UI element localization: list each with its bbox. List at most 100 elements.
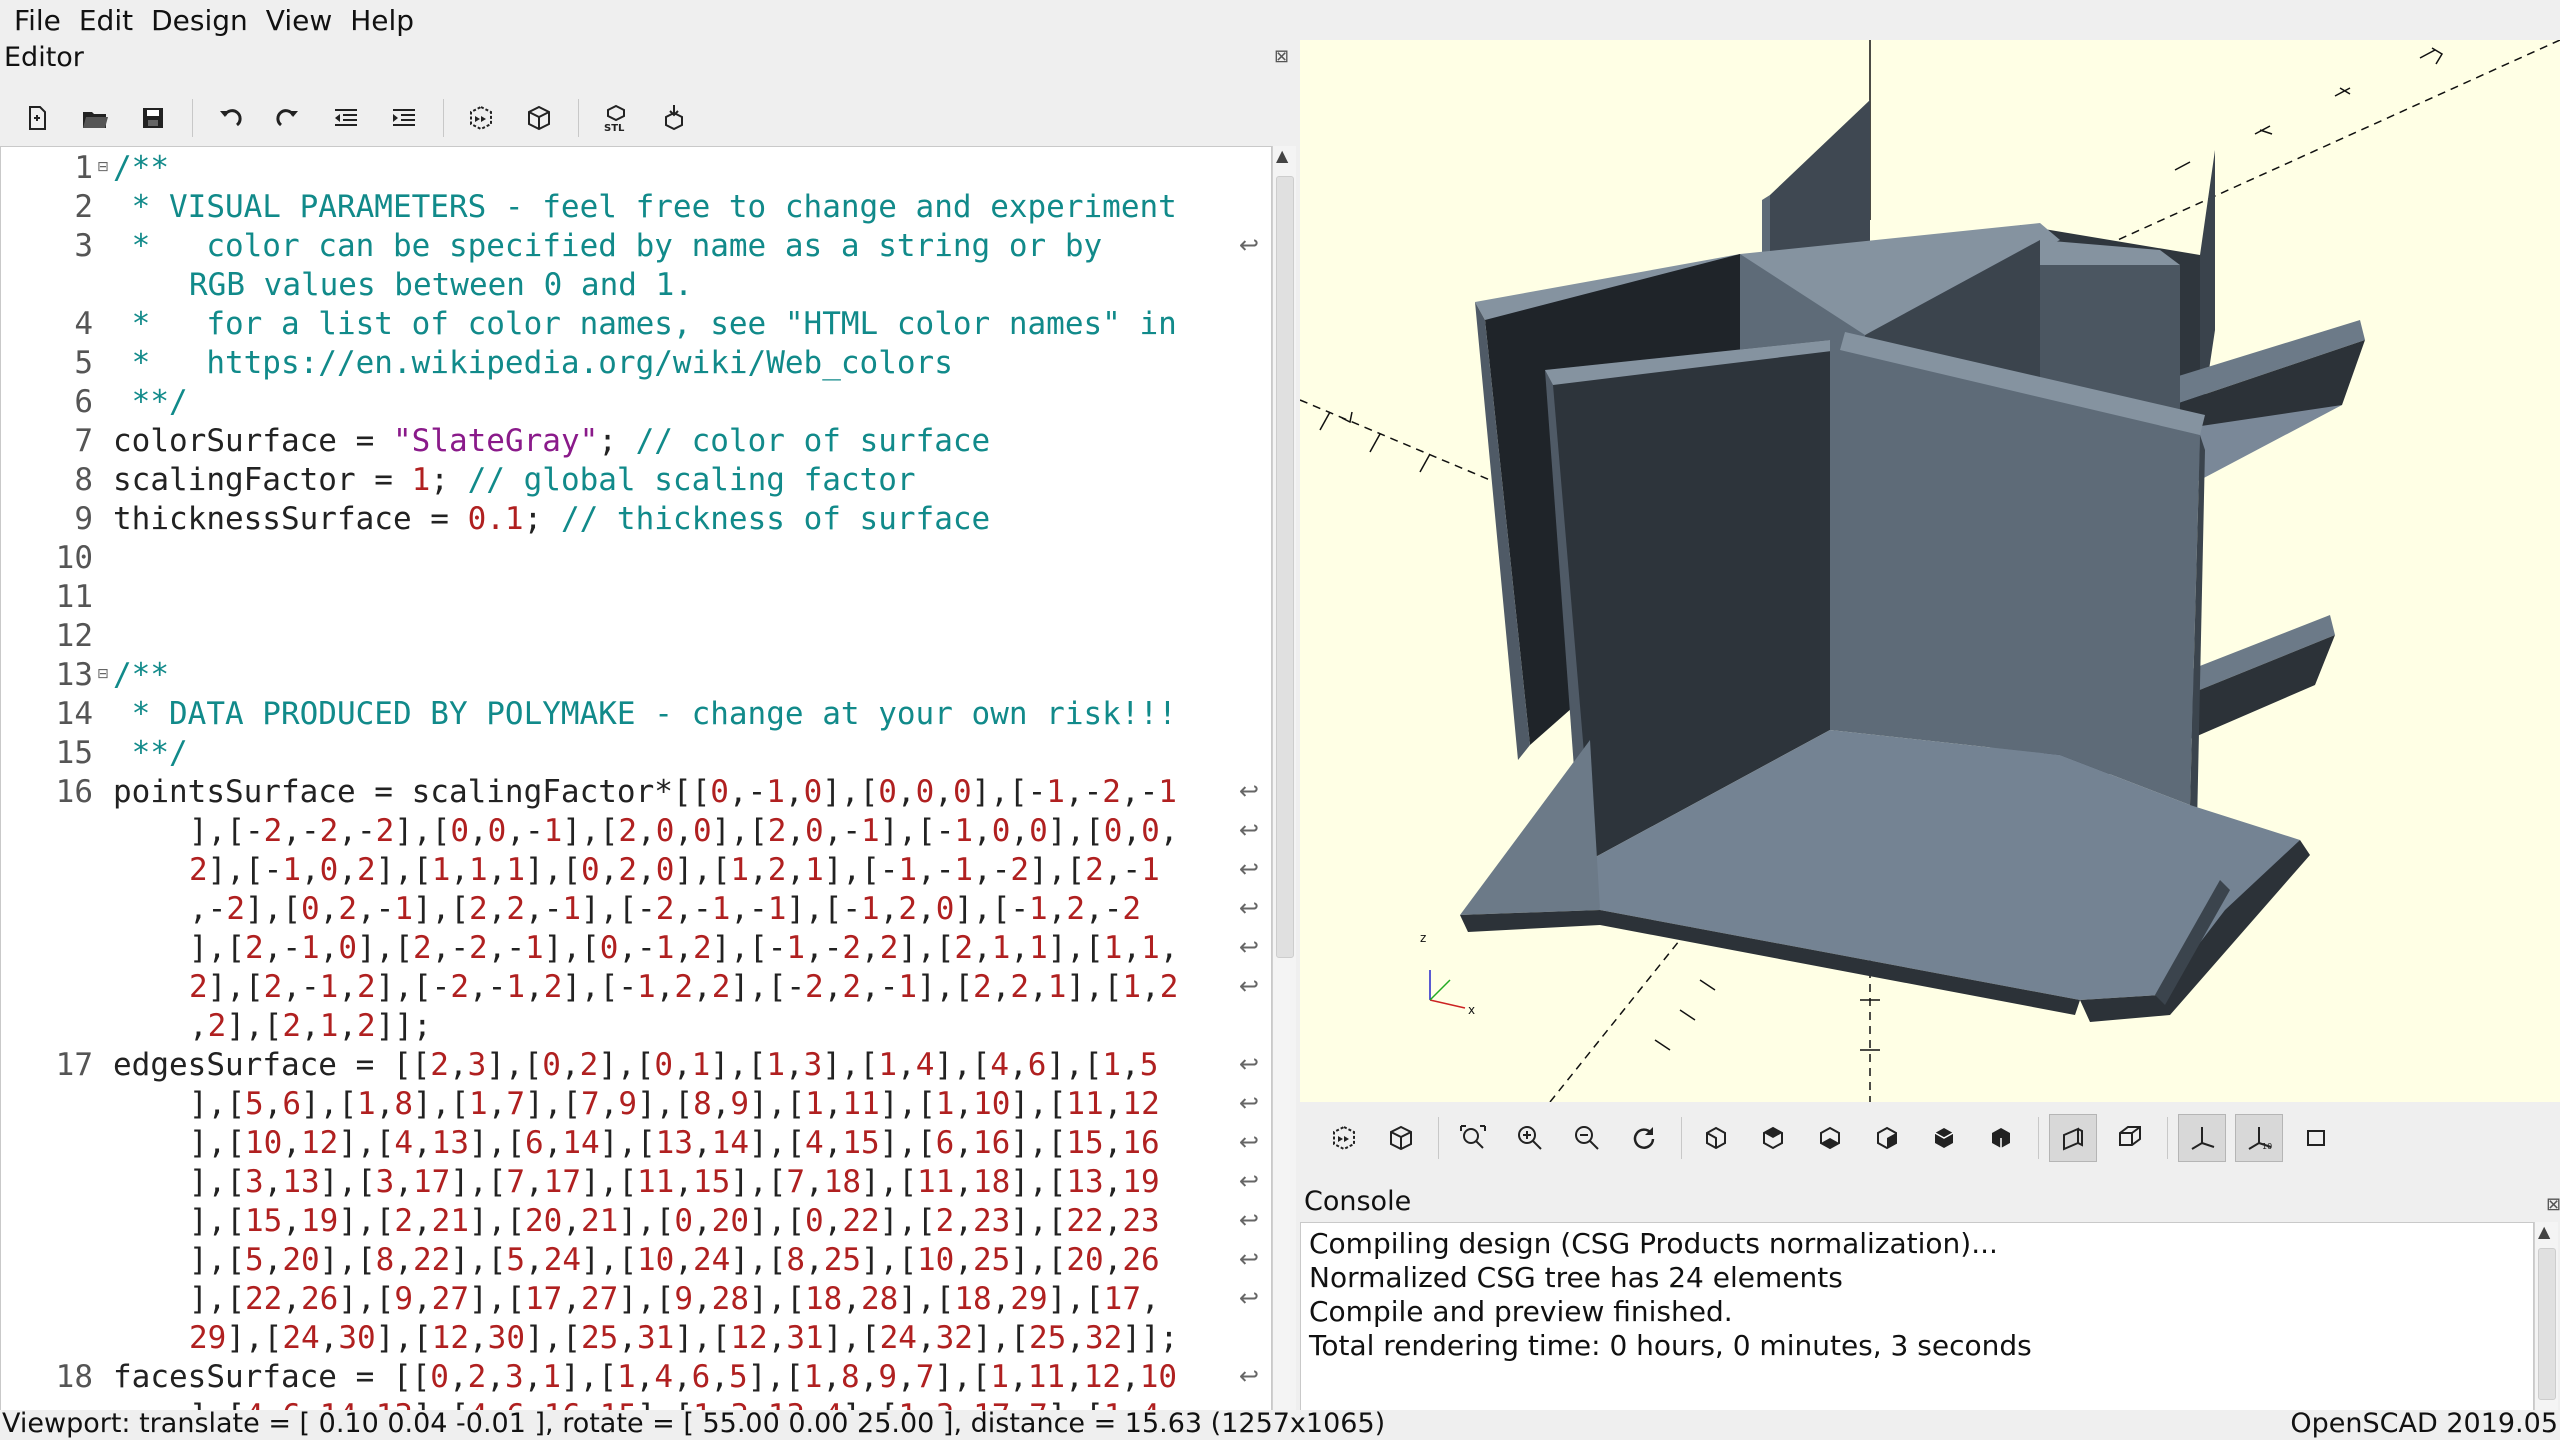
menu-file[interactable]: File [14,4,61,37]
export-stl-icon[interactable]: STL [593,95,639,141]
fold-toggle-icon[interactable]: ⊟ [97,666,109,682]
menu-design[interactable]: Design [151,4,248,37]
code-text: edgesSurface = [[2,3],[0,2],[0,1],[1,3],… [113,1047,1159,1083]
console-title: Console [1304,1186,1412,1217]
toolbar-separator [1681,1117,1682,1159]
code-text: ],[5,6],[1,8],[1,7],[7,9],[8,9],[1,11],[… [189,1086,1160,1122]
toolbar-separator [1438,1117,1439,1159]
code-text: RGB values between 0 and 1. [189,267,693,303]
code-line: 15 **/ [1,734,1271,773]
console-scrollbar[interactable]: ▲ [2534,1222,2558,1416]
undo-icon[interactable] [207,95,253,141]
preview-icon[interactable] [1320,1114,1368,1162]
redo-icon[interactable] [265,95,311,141]
show-edges-icon[interactable] [2292,1114,2340,1162]
view-top-icon[interactable] [1749,1114,1797,1162]
view-front-icon[interactable] [1920,1114,1968,1162]
preview-icon[interactable] [458,95,504,141]
menu-help[interactable]: Help [350,4,414,37]
code-text: ],[-2,-2,-2],[0,0,-1],[2,0,0],[2,0,-1],[… [189,813,1179,849]
line-number: 3 [74,228,93,264]
console-close-icon[interactable]: ⊠ [2546,1194,2560,1215]
show-axes-icon[interactable] [2178,1114,2226,1162]
line-wrap-icon: ↩ [1239,1362,1260,1390]
view-bottom-icon[interactable] [1806,1114,1854,1162]
render-icon[interactable] [1377,1114,1425,1162]
toolbar-separator [2038,1117,2039,1159]
svg-text:STL: STL [604,123,625,133]
scroll-up-arrow-icon[interactable]: ▲ [2538,1222,2550,1241]
code-line: ,-2],[0,2,-1],[2,2,-1],[-2,-1,-1],[-1,2,… [1,890,1271,929]
console-line: Normalized CSG tree has 24 elements [1309,1261,1843,1294]
view-back-icon[interactable] [1977,1114,2025,1162]
view-toolbar: 10 [1300,1104,2560,1172]
code-text: pointsSurface = scalingFactor*[[0,-1,0],… [113,774,1177,810]
code-line: ],[5,20],[8,22],[5,24],[10,24],[8,25],[1… [1,1241,1271,1280]
save-icon[interactable] [130,95,176,141]
code-line: 2],[2,-1,2],[-2,-1,2],[-1,2,2],[-2,2,-1]… [1,968,1271,1007]
code-line: 18 facesSurface = [[0,2,3,1],[1,4,6,5],[1… [1,1358,1271,1397]
toolbar-separator [2167,1117,2168,1159]
code-line: 2 * VISUAL PARAMETERS - feel free to cha… [1,188,1271,227]
code-editor[interactable]: 1 ⊟/** 2 * VISUAL PARAMETERS - feel free t… [0,146,1272,1432]
zoom-out-icon[interactable] [1563,1114,1611,1162]
code-text: 29],[24,30],[12,30],[25,31],[12,31],[24,… [189,1320,1179,1356]
indent-icon[interactable] [381,95,427,141]
line-wrap-icon: ↩ [1239,1050,1260,1078]
line-number: 8 [74,462,93,498]
code-text: **/ [113,735,188,771]
unindent-icon[interactable] [323,95,369,141]
code-text: facesSurface = [[0,2,3,1],[1,4,6,5],[1,8… [113,1359,1178,1395]
render-icon[interactable] [516,95,562,141]
code-line: ],[2,-1,0],[2,-2,-1],[0,-1,2],[-1,-2,2],… [1,929,1271,968]
new-file-icon[interactable] [14,95,60,141]
code-text: ],[15,19],[2,21],[20,21],[0,20],[0,22],[… [189,1203,1160,1239]
menu-edit[interactable]: Edit [79,4,133,37]
code-line: ],[3,13],[3,17],[7,17],[11,15],[7,18],[1… [1,1163,1271,1202]
code-line: ],[22,26],[9,27],[17,27],[9,28],[18,28],… [1,1280,1271,1319]
menu-view[interactable]: View [266,4,332,37]
view-right-icon[interactable] [1692,1114,1740,1162]
editor-scrollbar-thumb[interactable] [1276,176,1294,958]
3d-viewport[interactable]: z x [1300,40,2560,1102]
zoom-in-icon[interactable] [1506,1114,1554,1162]
code-text: **/ [113,384,188,420]
axis-label-x: x [1468,1003,1475,1017]
line-number: 10 [55,540,93,576]
code-line: ],[-2,-2,-2],[0,0,-1],[2,0,0],[2,0,-1],[… [1,812,1271,851]
code-line: 5 * https://en.wikipedia.org/wiki/Web_co… [1,344,1271,383]
send-to-3d-print-icon[interactable] [651,95,697,141]
perspective-icon[interactable] [2049,1114,2097,1162]
line-wrap-icon: ↩ [1239,1128,1260,1156]
code-text: ,-2],[0,2,-1],[2,2,-1],[-2,-1,-1],[-1,2,… [189,891,1142,927]
show-scale-markers-icon[interactable]: 10 [2235,1114,2283,1162]
view-left-icon[interactable] [1863,1114,1911,1162]
editor-scrollbar[interactable]: ▲ ▼ [1272,146,1296,1432]
console-output[interactable]: Compiling design (CSG Products normaliza… [1300,1222,2534,1416]
editor-close-icon[interactable]: ⊠ [1274,46,1289,67]
toolbar-separator [578,99,579,137]
console-scrollbar-thumb[interactable] [2538,1248,2556,1400]
code-text: scalingFactor = 1; // global scaling fac… [113,462,916,498]
code-line: RGB values between 0 and 1. [1,266,1271,305]
code-line: 17 edgesSurface = [[2,3],[0,2],[0,1],[1,3… [1,1046,1271,1085]
view-all-icon[interactable] [1449,1114,1497,1162]
fold-toggle-icon[interactable]: ⊟ [97,159,109,175]
code-text: /** [113,150,169,186]
line-number: 2 [74,189,93,225]
line-number: 12 [55,618,93,654]
code-text: colorSurface = "SlateGray"; // color of … [113,423,991,459]
editor-panel: Editor ⊠ STL 1 ⊟ /** 2 * VISUAL PARAMETE… [0,40,1298,1440]
line-wrap-icon: ↩ [1239,1089,1260,1117]
toolbar-separator [443,99,444,137]
code-line: 3 * color can be specified by name as a … [1,227,1271,266]
orthogonal-icon[interactable] [2106,1114,2154,1162]
code-line: 4 * for a list of color names, see "HTML… [1,305,1271,344]
line-wrap-icon: ↩ [1239,816,1260,844]
scroll-up-arrow-icon[interactable]: ▲ [1276,146,1288,165]
code-line: 11 [1,578,1271,617]
open-file-icon[interactable] [72,95,118,141]
reset-view-icon[interactable] [1620,1114,1668,1162]
code-text: ],[2,-1,0],[2,-2,-1],[0,-1,2],[-1,-2,2],… [189,930,1179,966]
line-number: 7 [74,423,93,459]
